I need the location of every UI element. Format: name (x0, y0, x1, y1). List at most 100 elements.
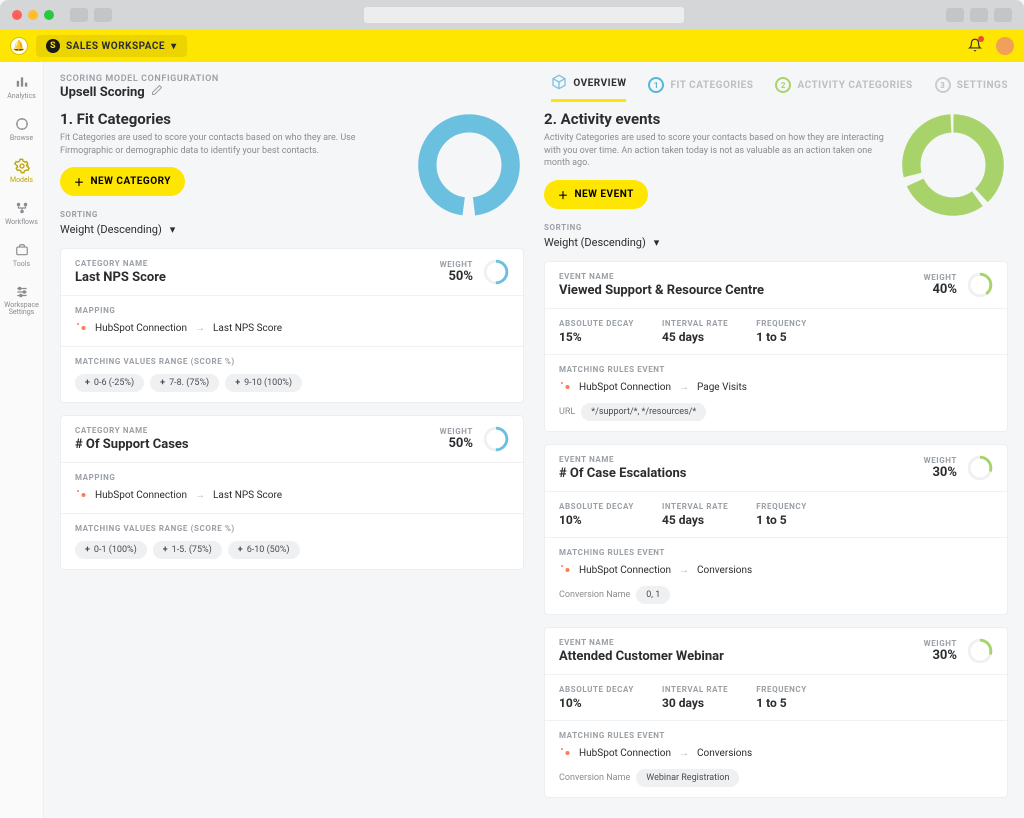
app-topbar: 🔔 S SALES WORKSPACE ▾ (0, 30, 1024, 62)
step-1-icon: 1 (648, 77, 664, 93)
mapping-source: HubSpot Connection (579, 565, 671, 576)
workspace-switcher[interactable]: S SALES WORKSPACE ▾ (36, 35, 187, 57)
range-chip[interactable]: +7-8. (75%) (150, 374, 219, 392)
nav-models[interactable]: Models (0, 154, 43, 188)
mapping-source: HubSpot Connection (95, 323, 187, 334)
range-chip[interactable]: +6-10 (50%) (228, 541, 300, 559)
new-event-button[interactable]: ＋ NEW EVENT (544, 180, 648, 209)
extra-label: URL (559, 407, 575, 417)
label-matching-rules: MATCHING RULES EVENT (559, 548, 993, 557)
edit-title-button[interactable] (151, 84, 163, 100)
arrow-right-icon: → (679, 565, 689, 576)
fit-title: 1. Fit Categories (60, 110, 400, 128)
nav-workspace-settings[interactable]: Workspace Settings (0, 280, 43, 320)
traffic-light-close[interactable] (12, 10, 22, 20)
category-name: Last NPS Score (75, 270, 166, 285)
label-interval: INTERVAL RATE (662, 502, 728, 511)
weight-ring-icon (967, 455, 993, 481)
range-chip[interactable]: +9-10 (100%) (225, 374, 302, 392)
label-abs-decay: ABSOLUTE DECAY (559, 502, 634, 511)
tab-settings[interactable]: 3 SETTINGS (935, 77, 1008, 99)
weight-value: 30% (924, 648, 957, 663)
rule-chip[interactable]: Webinar Registration (636, 769, 739, 787)
activity-event-card[interactable]: EVENT NAMEAttended Customer WebinarWEIGH… (544, 627, 1008, 798)
fit-category-card[interactable]: CATEGORY NAME# Of Support CasesWEIGHT50%… (60, 415, 524, 570)
user-avatar[interactable] (996, 37, 1014, 55)
briefcase-icon (14, 242, 30, 258)
hubspot-icon (75, 488, 87, 503)
activity-title: 2. Activity events (544, 110, 884, 128)
tab-overview[interactable]: OVERVIEW (551, 74, 626, 102)
label-mapping: MAPPING (75, 473, 509, 482)
hubspot-icon (559, 746, 571, 761)
label-frequency: FREQUENCY (756, 502, 807, 511)
chrome-toolbar-right (946, 8, 1012, 22)
label-abs-decay: ABSOLUTE DECAY (559, 319, 634, 328)
weight-value: 40% (924, 282, 957, 297)
activity-event-card[interactable]: EVENT NAME# Of Case EscalationsWEIGHT30%… (544, 444, 1008, 615)
traffic-light-max[interactable] (44, 10, 54, 20)
main-content: SCORING MODEL CONFIGURATION Upsell Scori… (44, 62, 1024, 818)
browser-chrome (0, 0, 1024, 30)
plus-icon: + (238, 545, 243, 555)
workspace-avatar-icon: S (46, 39, 60, 53)
label-matching-range: MATCHING VALUES RANGE (SCORE %) (75, 524, 509, 533)
activity-sort-select[interactable]: Weight (Descending) ▾ (544, 236, 884, 249)
hubspot-icon (75, 321, 87, 336)
nav-browse[interactable]: Browse (0, 112, 43, 146)
hubspot-icon (559, 563, 571, 578)
label-weight: WEIGHT (440, 260, 473, 269)
activity-sort-label: SORTING (544, 223, 884, 232)
app-logo-icon[interactable]: 🔔 (10, 37, 28, 55)
page-title-row: Upsell Scoring (60, 84, 219, 100)
range-chip[interactable]: +1-5. (75%) (153, 541, 222, 559)
chevron-down-icon: ▾ (170, 223, 176, 236)
activity-description: Activity Categories are used to score yo… (544, 132, 884, 170)
plus-icon: + (160, 378, 165, 388)
activity-event-card[interactable]: EVENT NAME Viewed Support & Resource Cent… (544, 261, 1008, 432)
workspace-name: SALES WORKSPACE (66, 41, 165, 52)
interval-value: 45 days (662, 513, 728, 527)
frequency-value: 1 to 5 (756, 513, 807, 527)
nav-analytics[interactable]: Analytics (0, 70, 43, 104)
notification-dot-icon (978, 36, 984, 42)
traffic-light-min[interactable] (28, 10, 38, 20)
mapping-row: HubSpot Connection→Last NPS Score (75, 488, 509, 503)
tab-fit-categories[interactable]: 1 FIT CATEGORIES (648, 77, 753, 99)
abs-decay-value: 15% (559, 330, 634, 344)
label-abs-decay: ABSOLUTE DECAY (559, 685, 634, 694)
plus-icon: + (85, 545, 90, 555)
page-title: Upsell Scoring (60, 85, 145, 100)
weight-ring-icon (967, 272, 993, 298)
fit-sort-select[interactable]: Weight (Descending) ▾ (60, 223, 400, 236)
nav-tools[interactable]: Tools (0, 238, 43, 272)
chevron-down-icon: ▾ (654, 236, 660, 249)
event-name: Viewed Support & Resource Centre (559, 283, 764, 298)
address-bar[interactable] (364, 7, 684, 23)
interval-value: 30 days (662, 696, 728, 710)
notifications-button[interactable] (968, 38, 982, 55)
mapping-source: HubSpot Connection (579, 382, 671, 393)
gear-icon (14, 158, 30, 174)
fit-column: 1. Fit Categories Fit Categories are use… (60, 110, 524, 798)
weight-value: 50% (440, 436, 473, 451)
new-category-button[interactable]: ＋ NEW CATEGORY (60, 167, 185, 196)
label-category-name: CATEGORY NAME (75, 426, 189, 435)
range-chip[interactable]: +0-6 (-25%) (75, 374, 144, 392)
rule-chip[interactable]: 0, 1 (636, 586, 670, 604)
tab-activity-categories[interactable]: 2 ACTIVITY CATEGORIES (775, 77, 912, 99)
event-name: Attended Customer Webinar (559, 649, 724, 664)
mapping-source: HubSpot Connection (579, 748, 671, 759)
weight-value: 50% (440, 269, 473, 284)
fit-category-card[interactable]: CATEGORY NAMELast NPS ScoreWEIGHT50%MAPP… (60, 248, 524, 403)
label-matching-rules: MATCHING RULES EVENT (559, 731, 993, 740)
chevron-down-icon: ▾ (171, 41, 177, 52)
nav-workflows[interactable]: Workflows (0, 196, 43, 230)
plus-icon: ＋ (74, 174, 85, 189)
label-event-name: EVENT NAME (559, 272, 764, 281)
frequency-value: 1 to 5 (756, 330, 807, 344)
rule-chip[interactable]: */support/*, */resources/* (581, 403, 706, 421)
range-chip[interactable]: +0-1 (100%) (75, 541, 147, 559)
label-interval: INTERVAL RATE (662, 685, 728, 694)
bar-chart-icon (14, 74, 30, 90)
